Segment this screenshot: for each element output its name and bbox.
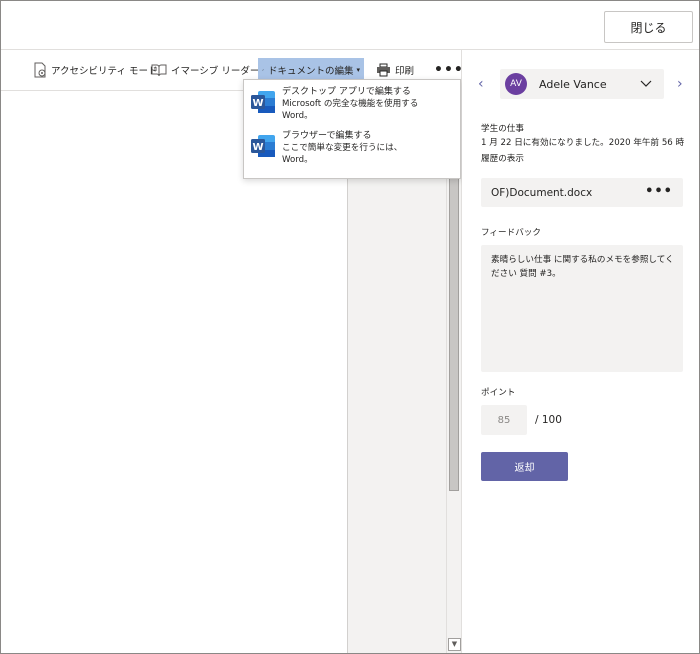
chevron-down-icon: ▾ [356,66,360,74]
accessibility-mode-label: アクセシビリティ モード [51,66,158,77]
grading-panel: ‹ AV Adele Vance › 学生の仕事 1 月 22 日に有効になりま… [462,50,699,653]
file-name: OF)Document.docx [491,186,593,199]
feedback-input[interactable]: 素晴らしい仕事 に関する私のメモを参照してください 質問 #3。 [481,245,683,372]
accessibility-icon [34,62,46,78]
print-label: 印刷 [395,66,415,77]
edit-document-menu: W デスクトップ アプリで編集する Microsoft の完全な機能を使用する … [243,79,461,179]
student-work-heading: 学生の仕事 [481,124,524,134]
svg-text:W: W [252,142,263,153]
feedback-text: 素晴らしい仕事 に関する私のメモを参照してください 質問 #3。 [491,255,674,279]
close-button[interactable]: 閉じる [604,11,693,43]
chevron-down-icon [640,80,652,87]
book-icon [151,64,167,77]
word-icon: W [250,134,276,158]
avatar: AV [505,73,527,95]
printer-icon [377,63,390,77]
previous-student-arrow[interactable]: ‹ [478,76,484,92]
return-button[interactable]: 返却 [481,452,568,481]
points-label: ポイント [481,388,516,398]
window: 閉じる アクセシビリティ モード イマーシブ リーダー ドキュメントの編集 ▾ … [0,0,700,654]
turned-in-status: 1 月 22 日に有効になりました。2020 年午前 56 時 [481,138,685,148]
edit-document-label: ドキュメントの編集 [267,66,354,77]
points-input[interactable]: 85 [481,405,527,435]
menu-item-description: Microsoft の完全な機能を使用する [282,99,419,109]
accessibility-mode-button[interactable]: アクセシビリティ モード [33,58,157,82]
menu-item-title: ブラウザーで編集する [282,131,372,141]
menu-item-app: Word。 [282,111,313,121]
top-bar: 閉じる [1,1,699,50]
edit-in-browser-item[interactable]: W ブラウザーで編集する ここで簡単な変更を行うには、 Word。 [250,130,455,174]
feedback-label: フィードバック [481,228,541,238]
student-name: Adele Vance [539,77,607,91]
svg-text:W: W [252,98,263,109]
menu-item-app: Word。 [282,155,313,165]
attached-file[interactable]: OF)Document.docx ••• [481,178,683,207]
edit-in-desktop-app-item[interactable]: W デスクトップ アプリで編集する Microsoft の完全な機能を使用する … [250,86,455,130]
view-history-link[interactable]: 履歴の表示 [481,152,524,164]
immersive-reader-label: イマーシブ リーダー [171,66,260,77]
word-icon: W [250,90,276,114]
next-student-arrow[interactable]: › [677,76,683,92]
student-selector[interactable]: AV Adele Vance [500,69,664,99]
file-more-button[interactable]: ••• [645,184,673,199]
pencil-icon [262,69,264,71]
menu-item-title: デスクトップ アプリで編集する [282,87,411,97]
menu-item-description: ここで簡単な変更を行うには、 [282,143,403,153]
scroll-down-icon[interactable]: ▼ [448,638,461,651]
points-max: / 100 [535,414,562,426]
